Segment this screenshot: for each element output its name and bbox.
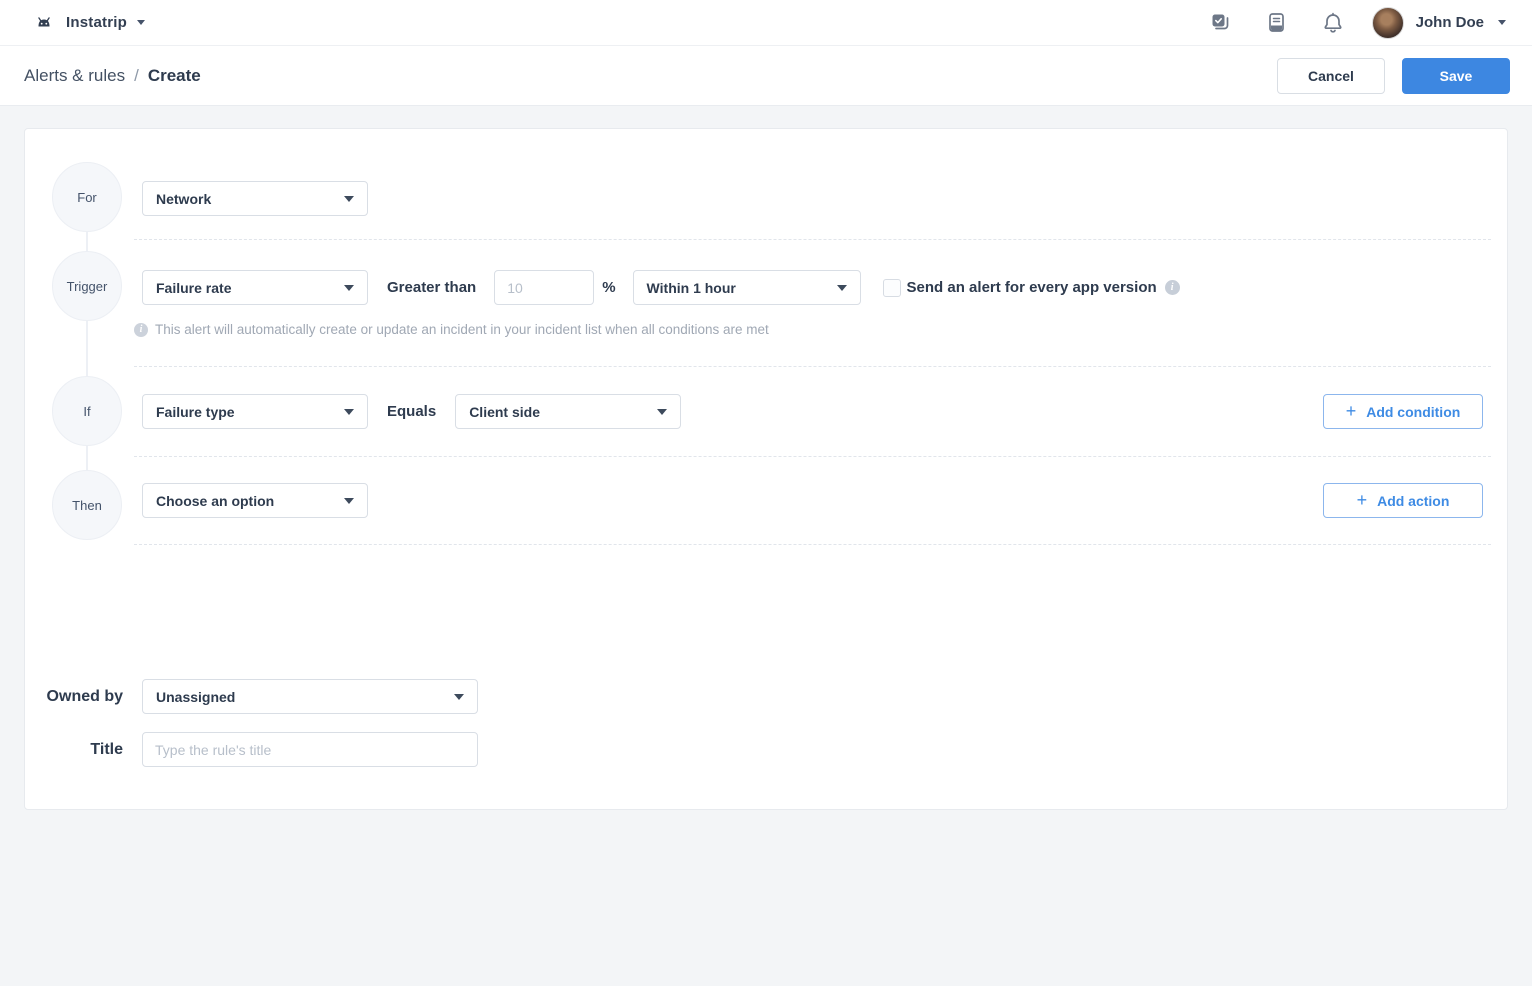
- add-condition-label: Add condition: [1366, 404, 1460, 420]
- title-row: Title: [25, 732, 478, 767]
- step-circle-if: If: [52, 376, 122, 446]
- app-name: Instatrip: [66, 14, 127, 31]
- plus-icon: +: [1346, 402, 1357, 420]
- chevron-down-icon: [344, 196, 354, 202]
- chevron-down-icon: [454, 694, 464, 700]
- percent-unit-label: %: [602, 279, 615, 296]
- step-connector-line: [86, 197, 88, 505]
- owned-by-label: Owned by: [25, 688, 123, 706]
- save-button[interactable]: Save: [1402, 58, 1510, 94]
- topbar-actions: John Doe: [1176, 7, 1506, 39]
- owner-dropdown-value: Unassigned: [156, 689, 235, 705]
- rule-builder-card: For Trigger If Then Network Failure rate…: [24, 128, 1508, 810]
- step-circle-for: For: [52, 162, 122, 232]
- condition-value-dropdown[interactable]: Client side: [455, 394, 681, 429]
- condition-field-dropdown[interactable]: Failure type: [142, 394, 368, 429]
- if-row: Failure type Equals Client side: [142, 394, 681, 429]
- action-dropdown-value: Choose an option: [156, 493, 274, 509]
- cancel-button[interactable]: Cancel: [1277, 58, 1385, 94]
- section-divider: [134, 456, 1491, 457]
- breadcrumb-separator: /: [134, 66, 139, 86]
- add-action-label: Add action: [1377, 493, 1449, 509]
- add-action-button[interactable]: + Add action: [1323, 483, 1483, 518]
- trigger-metric-dropdown[interactable]: Failure rate: [142, 270, 368, 305]
- plus-icon: +: [1357, 491, 1368, 509]
- tasks-icon[interactable]: [1210, 12, 1232, 34]
- every-app-version-label: Send an alert for every app version: [907, 279, 1157, 296]
- time-window-dropdown[interactable]: Within 1 hour: [633, 270, 861, 305]
- android-logo-icon: [32, 14, 56, 31]
- chevron-down-icon: [344, 409, 354, 415]
- app-switcher[interactable]: Instatrip: [32, 14, 145, 31]
- notifications-bell-icon[interactable]: [1322, 12, 1344, 34]
- threshold-input[interactable]: [494, 270, 594, 305]
- trigger-metric-value: Failure rate: [156, 280, 231, 296]
- user-avatar: [1372, 7, 1404, 39]
- step-circle-then: Then: [52, 470, 122, 540]
- comparator-label: Greater than: [387, 279, 476, 296]
- title-label: Title: [25, 741, 123, 759]
- rule-title-input[interactable]: [142, 732, 478, 767]
- for-row: Network: [142, 181, 368, 216]
- trigger-note-text: This alert will automatically create or …: [155, 322, 769, 337]
- step-circle-trigger: Trigger: [52, 251, 122, 321]
- topbar: Instatrip: [0, 0, 1532, 46]
- breadcrumb: Alerts & rules / Create: [24, 66, 201, 86]
- chevron-down-icon: [344, 498, 354, 504]
- info-icon[interactable]: i: [1165, 280, 1180, 295]
- page-title: Create: [148, 66, 201, 86]
- action-dropdown[interactable]: Choose an option: [142, 483, 368, 518]
- page-header: Alerts & rules / Create Cancel Save: [0, 46, 1532, 106]
- owned-by-row: Owned by Unassigned: [25, 679, 478, 714]
- chevron-down-icon: [837, 285, 847, 291]
- info-icon: i: [134, 323, 148, 337]
- platform-dropdown-value: Network: [156, 191, 211, 207]
- chevron-down-icon: [137, 20, 145, 25]
- header-actions: Cancel Save: [1277, 58, 1510, 94]
- chevron-down-icon: [657, 409, 667, 415]
- platform-dropdown[interactable]: Network: [142, 181, 368, 216]
- chevron-down-icon: [1498, 20, 1506, 25]
- condition-value-value: Client side: [469, 404, 540, 420]
- section-divider: [134, 366, 1491, 367]
- trigger-note: i This alert will automatically create o…: [134, 322, 769, 337]
- every-app-version-checkbox[interactable]: [883, 279, 901, 297]
- breadcrumb-alerts-rules[interactable]: Alerts & rules: [24, 66, 125, 86]
- trigger-row: Failure rate Greater than % Within 1 hou…: [142, 270, 1180, 305]
- operator-label: Equals: [387, 403, 436, 420]
- main-content: For Trigger If Then Network Failure rate…: [0, 106, 1532, 810]
- then-row: Choose an option: [142, 483, 368, 518]
- release-notes-icon[interactable]: [1266, 12, 1288, 34]
- add-condition-button[interactable]: + Add condition: [1323, 394, 1483, 429]
- condition-field-value: Failure type: [156, 404, 235, 420]
- time-window-value: Within 1 hour: [647, 280, 736, 296]
- owner-dropdown[interactable]: Unassigned: [142, 679, 478, 714]
- chevron-down-icon: [344, 285, 354, 291]
- section-divider: [134, 239, 1491, 240]
- section-divider: [134, 544, 1491, 545]
- user-menu[interactable]: John Doe: [1344, 7, 1506, 39]
- user-name: John Doe: [1416, 14, 1484, 31]
